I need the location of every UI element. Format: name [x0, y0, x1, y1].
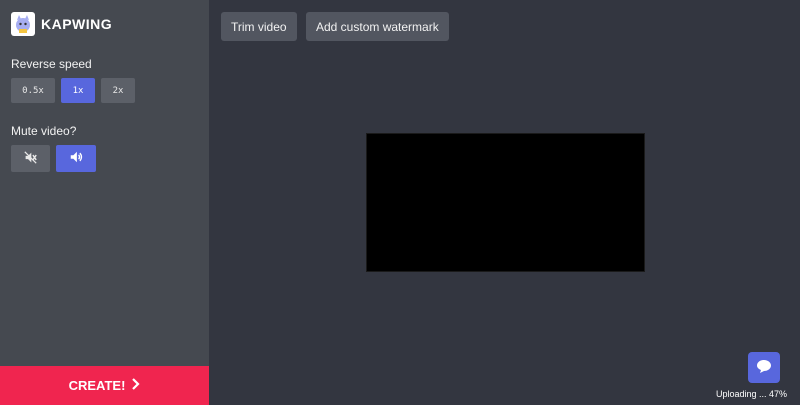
speed-1x-button[interactable]: 1x [61, 78, 95, 103]
sidebar: KAPWING Reverse speed 0.5x 1x 2x Mute vi… [0, 0, 209, 405]
brand-name: KAPWING [41, 16, 113, 32]
volume-up-icon [69, 150, 83, 167]
mute-video-label: Mute video? [11, 124, 77, 138]
upload-status: Uploading ... 47% [715, 389, 787, 399]
chat-button[interactable] [748, 352, 780, 383]
trim-video-button[interactable]: Trim video [221, 12, 297, 41]
mute-options [11, 145, 96, 172]
create-button[interactable]: CREATE! [0, 366, 209, 405]
mute-button[interactable] [11, 145, 50, 172]
chat-bubble-icon [756, 359, 772, 377]
reverse-speed-label: Reverse speed [11, 57, 92, 71]
volume-mute-icon [24, 150, 37, 167]
speed-0.5x-button[interactable]: 0.5x [11, 78, 55, 103]
chevron-right-icon [131, 378, 140, 393]
unmute-button[interactable] [56, 145, 96, 172]
speed-options: 0.5x 1x 2x [11, 78, 135, 103]
video-preview[interactable] [366, 133, 645, 272]
brand-logo[interactable]: KAPWING [11, 12, 112, 36]
create-button-label: CREATE! [68, 378, 126, 393]
kapwing-logo-icon [11, 12, 35, 36]
speed-2x-button[interactable]: 2x [101, 78, 135, 103]
add-watermark-button[interactable]: Add custom watermark [306, 12, 449, 41]
